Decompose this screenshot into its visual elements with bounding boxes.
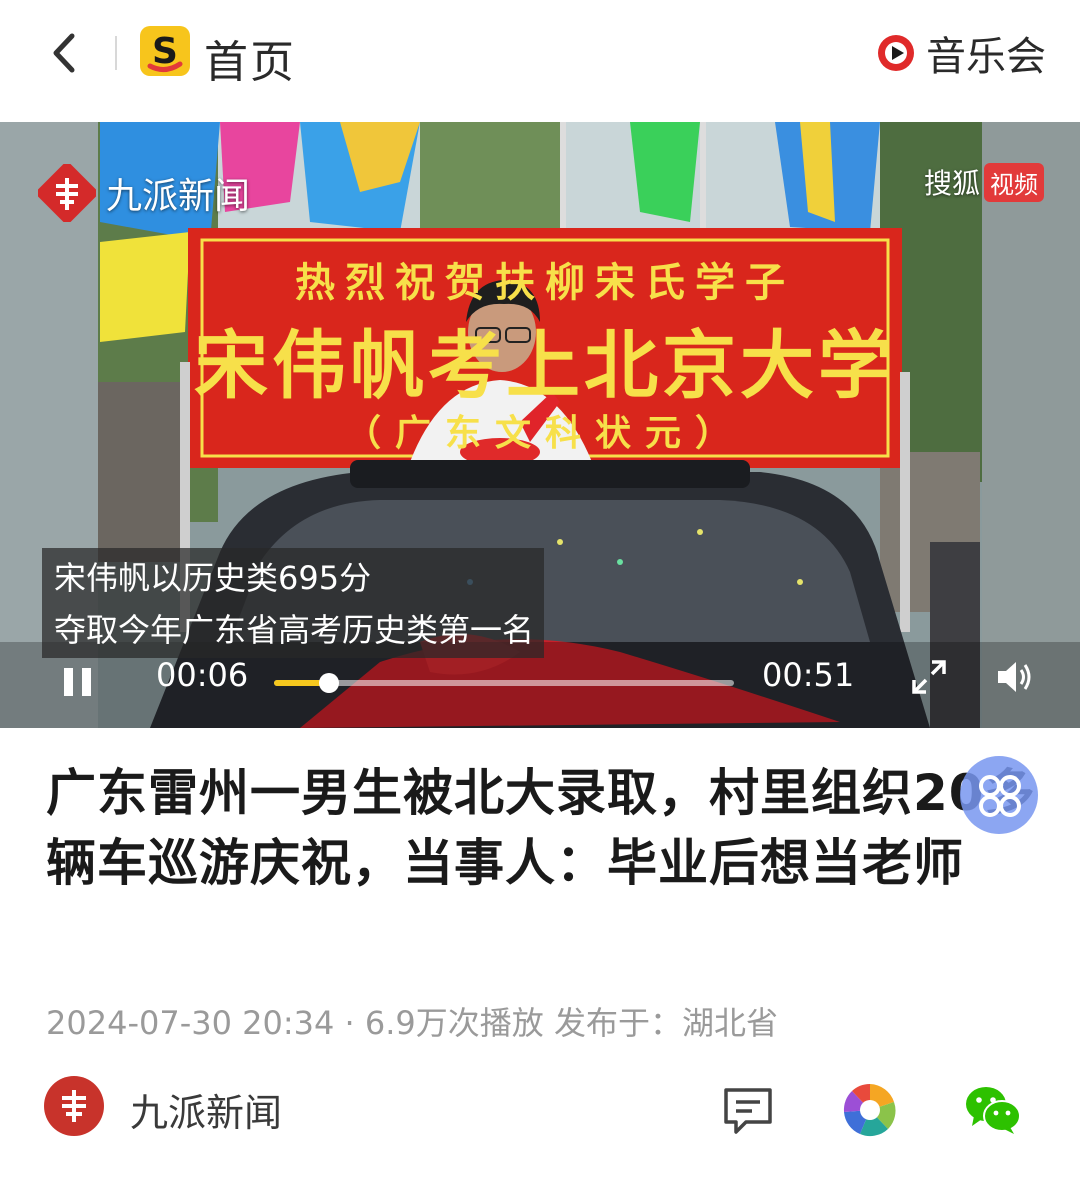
publish-datetime: 2024-07-30 20:34 bbox=[46, 1004, 335, 1042]
concert-button[interactable]: 音乐会 bbox=[876, 24, 1046, 82]
share-wechat-button[interactable] bbox=[964, 1084, 1022, 1136]
top-nav-bar: S 首页 音乐会 bbox=[0, 0, 1080, 122]
banner-line2: 宋伟帆考上北京大学 bbox=[194, 323, 896, 409]
watermark-right-label: 搜狐 bbox=[923, 167, 980, 200]
moments-icon bbox=[843, 1083, 896, 1137]
concert-label: 音乐会 bbox=[926, 34, 1046, 80]
progress-bar[interactable] bbox=[274, 673, 734, 693]
source-avatar[interactable] bbox=[44, 1076, 104, 1136]
article-headline: 广东雷州一男生被北大录取，村里组织20多辆车巡游庆祝，当事人：毕业后想当老师 bbox=[46, 764, 1036, 892]
current-time: 00:06 bbox=[156, 656, 249, 694]
watermark-right-badge: 视频 bbox=[984, 162, 1044, 202]
share-moments-button[interactable] bbox=[842, 1082, 898, 1138]
back-arrow-icon bbox=[53, 33, 75, 73]
concert-play-icon bbox=[878, 35, 914, 71]
play-count: 6.9万次播放 bbox=[364, 1004, 544, 1042]
source-row: 九派新闻 bbox=[0, 1070, 1080, 1150]
sohu-logo-icon: S bbox=[140, 26, 190, 76]
pause-icon bbox=[64, 668, 91, 696]
volume-icon bbox=[998, 662, 1031, 692]
caption-line1: 宋伟帆以历史类695分 bbox=[54, 559, 372, 597]
progress-knob[interactable] bbox=[319, 673, 340, 693]
meta-separator: · bbox=[344, 1004, 355, 1042]
video-banner: 热烈祝贺扶柳宋氏学子 宋伟帆考上北京大学 （广东文科状元） bbox=[188, 228, 902, 468]
jiupai-logo-icon bbox=[38, 164, 96, 222]
jiupai-avatar-icon bbox=[62, 1090, 86, 1122]
grid-icon bbox=[979, 775, 1021, 817]
nav-divider bbox=[115, 36, 117, 70]
video-player[interactable]: 九派新闻 搜狐 视频 热烈祝贺扶柳宋氏学子 宋伟帆考上北京大学 （广东文科状元）… bbox=[0, 122, 1080, 728]
banner-line1: 热烈祝贺扶柳宋氏学子 bbox=[295, 259, 795, 306]
platform-watermark: 搜狐 视频 bbox=[924, 162, 1044, 202]
source-name[interactable]: 九派新闻 bbox=[130, 1082, 282, 1137]
floating-menu-button[interactable] bbox=[960, 756, 1038, 834]
comment-button[interactable] bbox=[722, 1084, 774, 1136]
source-watermark: 九派新闻 bbox=[38, 164, 250, 222]
fullscreen-icon bbox=[912, 660, 946, 694]
banner-line3: （广东文科状元） bbox=[344, 412, 745, 454]
home-title[interactable]: 首页 bbox=[204, 26, 296, 90]
volume-button[interactable] bbox=[994, 658, 1034, 696]
wechat-icon bbox=[966, 1087, 1021, 1134]
publish-location: 发布于：湖北省 bbox=[553, 1004, 778, 1042]
fullscreen-button[interactable] bbox=[910, 658, 948, 696]
back-button[interactable] bbox=[40, 28, 90, 78]
video-controls: 00:06 00:51 bbox=[0, 642, 1080, 712]
pause-button[interactable] bbox=[58, 662, 98, 702]
watermark-left-label: 九派新闻 bbox=[106, 176, 251, 217]
total-time: 00:51 bbox=[762, 656, 855, 694]
comment-icon bbox=[724, 1088, 772, 1134]
article-meta: 2024-07-30 20:34 · 6.9万次播放 发布于：湖北省 bbox=[46, 998, 778, 1044]
